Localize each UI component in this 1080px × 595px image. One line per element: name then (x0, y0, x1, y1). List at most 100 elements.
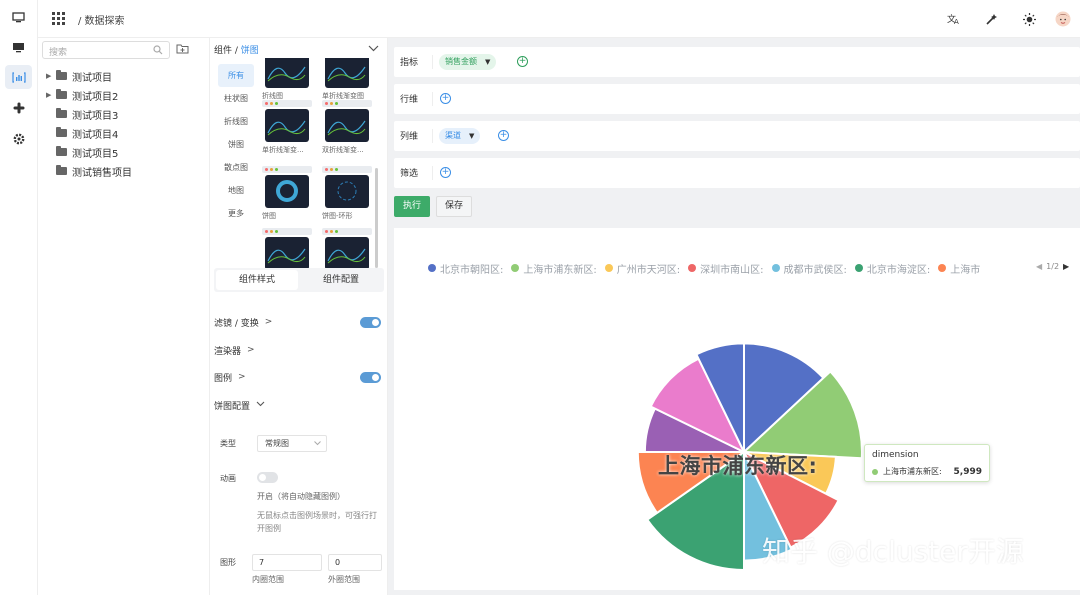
legend-item[interactable]: 上海市 (938, 261, 980, 275)
gear-icon[interactable] (5, 127, 32, 151)
add-filter-icon[interactable]: + (440, 167, 451, 178)
outer-radius-input[interactable]: 0 (328, 554, 382, 571)
window-dot (275, 168, 278, 171)
filter-toggle[interactable] (360, 317, 381, 328)
tree-item[interactable]: 测试项目4 (46, 125, 118, 141)
translate-icon[interactable]: 文A (943, 9, 963, 29)
thumbnail-preview (325, 109, 369, 142)
legend-label: 上海市 (950, 264, 981, 276)
chart-thumbnail[interactable]: 单折线渐变... (262, 100, 312, 155)
chart-thumbnail[interactable]: 双折线渐变... (322, 100, 372, 155)
user-avatar[interactable] (1053, 9, 1073, 29)
thumbnail-window-bar (322, 166, 372, 173)
thumbnail-window-bar (262, 228, 312, 235)
tooltip-dot (872, 468, 878, 475)
pie-type-select[interactable]: 常规图 (257, 435, 327, 452)
chart-thumbnail[interactable]: 饼图-环形 (322, 166, 372, 221)
window-dot (265, 102, 268, 105)
window-dot (330, 230, 333, 233)
tree-item[interactable]: ▶ 测试项目 (46, 68, 112, 84)
tree-item[interactable]: 测试销售项目 (46, 163, 132, 179)
legend-prev-icon[interactable]: ◀ (1036, 262, 1042, 271)
chart-thumbnail[interactable]: 单折线渐变图 (322, 58, 372, 101)
magic-wand-icon[interactable] (981, 9, 1001, 29)
chart-category-item[interactable]: 饼图 (218, 133, 254, 156)
tree-item[interactable]: 测试项目3 (46, 106, 118, 122)
add-metric-icon[interactable]: + (517, 56, 528, 67)
tab-component-config[interactable]: 组件配置 (300, 270, 382, 290)
add-column-dimension-icon[interactable]: + (498, 130, 509, 141)
sun-icon[interactable] (1019, 9, 1039, 29)
section-legend[interactable]: 图例 > (214, 369, 246, 385)
chart-category-item[interactable]: 更多 (218, 202, 254, 225)
chart-legend: 北京市朝阳区: 上海市浦东新区: 广州市天河区: 深圳市南山区: 成都市武侯区: 北京市海… (428, 261, 1078, 275)
save-button[interactable]: 保存 (436, 196, 472, 217)
tree-item[interactable]: 测试项目5 (46, 144, 118, 160)
desktop-icon[interactable] (5, 35, 32, 59)
chart-thumbnail[interactable]: 饼图 (262, 166, 312, 221)
column-pill[interactable]: 渠道 ▼ (439, 128, 481, 144)
tree-item[interactable]: ▶ 测试项目2 (46, 87, 118, 103)
component-crumb-current[interactable]: 饼图 (241, 46, 259, 56)
legend-item[interactable]: 北京市朝阳区: (428, 261, 503, 275)
tab-component-style[interactable]: 组件样式 (216, 270, 298, 290)
inner-radius-input[interactable]: 7 (252, 554, 322, 571)
chart-category-item[interactable]: 所有 (218, 64, 254, 87)
legend-toggle[interactable] (360, 372, 381, 383)
component-config-panel: 组件 / 饼图 所有 柱状图 折线图 饼图 散点图 地图 更多 折线图 单折线渐变图 单折线渐变… (210, 38, 388, 595)
data-explore-icon[interactable] (5, 65, 32, 89)
run-button[interactable]: 执行 (394, 196, 430, 217)
component-breadcrumb: 组件 / 饼图 (214, 43, 259, 56)
chart-category-item[interactable]: 柱状图 (218, 87, 254, 110)
animation-label: 动画 (220, 474, 236, 483)
chevron-right-icon: > (238, 372, 246, 382)
chart-thumbnail[interactable] (262, 228, 312, 270)
search-input[interactable]: 搜索 (42, 41, 170, 59)
chevron-down-icon (256, 400, 265, 410)
row-dimension-label: 行维 (400, 95, 419, 105)
section-pie-config[interactable]: 饼图配置 (214, 397, 265, 413)
tree-item-label: 测试项目5 (72, 148, 119, 160)
legend-item[interactable]: 深圳市南山区: (688, 261, 764, 275)
svg-text:A: A (954, 18, 959, 25)
project-tree: 搜索 ▶ 测试项目 ▶ 测试项目2 测试项目3 测试项目4 测试项目5 测试销售项目 (38, 38, 210, 595)
thumbnail-scrollbar[interactable] (375, 168, 378, 268)
caret-right-icon[interactable]: ▶ (46, 72, 56, 80)
chart-category-item[interactable]: 折线图 (218, 110, 254, 133)
chart-category-item[interactable]: 地图 (218, 179, 254, 202)
window-dot (275, 230, 278, 233)
chart-thumbnail-grid: 折线图 单折线渐变图 单折线渐变... 双折线渐变... 饼图 饼图-环形 (260, 58, 378, 270)
legend-item[interactable]: 成都市武侯区: (771, 261, 847, 275)
chart-category-item[interactable]: 散点图 (218, 156, 254, 179)
chart-thumbnail[interactable] (322, 228, 372, 270)
add-folder-icon[interactable] (176, 43, 189, 57)
legend-item[interactable]: 北京市海淀区: (854, 261, 930, 275)
chevron-down-icon[interactable] (368, 44, 379, 55)
section-filter[interactable]: 滤镜 / 变换 > (214, 314, 272, 330)
add-row-dimension-icon[interactable]: + (440, 93, 451, 104)
animation-toggle[interactable] (257, 472, 278, 483)
config-tabs: 组件样式 组件配置 (214, 268, 384, 292)
window-dot (325, 102, 328, 105)
section-renderer[interactable]: 渲染器 > (214, 342, 255, 358)
left-rail (0, 0, 38, 595)
chart-tooltip: dimension 上海市浦东新区: 5,999 (864, 444, 990, 482)
legend-item[interactable]: 广州市天河区: (604, 261, 680, 275)
apps-grid-icon[interactable] (52, 12, 65, 28)
metric-label: 指标 (400, 58, 419, 68)
legend-next-icon[interactable]: ▶ (1063, 262, 1069, 271)
breadcrumb: / 数据探索 (78, 16, 125, 27)
thumbnail-preview (325, 237, 369, 270)
slack-icon[interactable] (5, 96, 32, 120)
chart-thumbnail[interactable]: 折线图 (262, 58, 312, 101)
thumbnail-label: 饼图 (262, 212, 276, 220)
caret-right-icon[interactable]: ▶ (46, 91, 56, 99)
section-pie-config-label: 饼图配置 (214, 401, 251, 412)
legend-dot (511, 264, 520, 272)
legend-item[interactable]: 上海市浦东新区: (511, 261, 597, 275)
metric-pill[interactable]: 销售金额 ▼ (439, 54, 497, 70)
monitor-icon[interactable] (5, 5, 32, 29)
legend-dot (604, 264, 613, 272)
legend-dot (854, 264, 863, 272)
animation-hint: 无鼠标点击图例场景时，可强行打开图例 (257, 511, 377, 533)
